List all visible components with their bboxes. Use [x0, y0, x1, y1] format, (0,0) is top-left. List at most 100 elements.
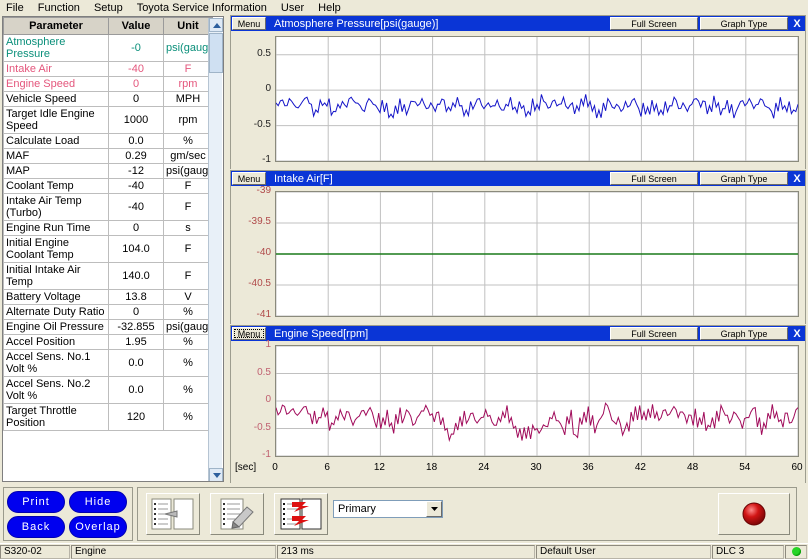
parameter-table: Parameter Value Unit Atmosphere Pressure… [3, 17, 213, 431]
full-screen-button[interactable]: Full Screen [610, 172, 698, 185]
parameter-value: -32.855 [109, 320, 164, 335]
parameter-table-panel: Parameter Value Unit Atmosphere Pressure… [2, 16, 224, 482]
table-row[interactable]: Vehicle Speed0MPH [4, 92, 213, 107]
x-axis-tick-label: 42 [626, 462, 654, 473]
scroll-down-button[interactable] [209, 468, 223, 482]
bottom-toolbar: Print Hide Back Overlap [0, 485, 808, 543]
overlap-button[interactable]: Overlap [69, 516, 127, 538]
x-axis-tick-label: 24 [470, 462, 498, 473]
panel-menu-button[interactable]: Menu [232, 172, 266, 185]
column-header-value[interactable]: Value [109, 18, 164, 35]
menu-item-setup[interactable]: Setup [94, 2, 123, 14]
table-row[interactable]: Atmosphere Pressure-0psi(gauge) [4, 35, 213, 62]
table-row[interactable]: Initial Intake Air Temp140.0F [4, 263, 213, 290]
table-row[interactable]: Engine Speed0rpm [4, 77, 213, 92]
menu-item-file[interactable]: File [6, 2, 24, 14]
table-row[interactable]: Engine Oil Pressure-32.855psi(gauge) [4, 320, 213, 335]
x-axis-tick-label: 54 [731, 462, 759, 473]
edit-list-icon[interactable] [210, 493, 264, 535]
menu-bar: File Function Setup Toyota Service Infor… [0, 0, 808, 15]
compare-list-glyph [279, 498, 323, 530]
parameter-unit: % [164, 305, 213, 320]
table-row[interactable]: Intake Air Temp (Turbo)-40F [4, 194, 213, 221]
y-axis-tick-label: 0.5 [231, 48, 271, 59]
scrollbar-thumb[interactable] [209, 33, 223, 73]
panel-menu-button[interactable]: Menu [232, 17, 266, 30]
status-bar: S320-02 Engine 213 ms Default User DLC 3 [0, 543, 808, 559]
parameter-unit: MPH [164, 92, 213, 107]
parameter-value: -40 [109, 194, 164, 221]
close-icon[interactable]: X [790, 172, 804, 186]
close-icon[interactable]: X [790, 17, 804, 31]
parameter-unit: F [164, 236, 213, 263]
split-view-glyph [151, 498, 195, 530]
record-button[interactable] [718, 493, 790, 535]
y-axis-tick-label: 1 [231, 339, 271, 350]
parameter-value: 0.0 [109, 134, 164, 149]
status-system: Engine [71, 545, 276, 559]
table-row[interactable]: Calculate Load0.0% [4, 134, 213, 149]
table-row[interactable]: Initial Engine Coolant Temp104.0F [4, 236, 213, 263]
column-header-unit[interactable]: Unit [164, 18, 213, 35]
parameter-value: 0.29 [109, 149, 164, 164]
parameter-table-scrollbar[interactable] [208, 18, 222, 482]
table-row[interactable]: Coolant Temp-40F [4, 179, 213, 194]
hide-button[interactable]: Hide [69, 491, 127, 513]
close-icon[interactable]: X [790, 327, 804, 341]
graph-type-button[interactable]: Graph Type [700, 17, 788, 30]
full-screen-button[interactable]: Full Screen [610, 17, 698, 30]
record-circle-icon [741, 501, 767, 527]
scroll-up-button[interactable] [209, 18, 223, 32]
parameter-unit: V [164, 290, 213, 305]
panel-body: -39-39.5-40-40.5-41 [231, 186, 805, 324]
plot-area[interactable] [275, 345, 799, 457]
column-header-parameter[interactable]: Parameter [4, 18, 109, 35]
panel-body: 0.50-0.5-1 [231, 31, 805, 169]
plot-area[interactable] [275, 191, 799, 317]
y-axis-tick-label: -1 [231, 154, 271, 165]
graph-panel-atmosphere-pressure: Menu Atmosphere Pressure[psi(gauge)] Ful… [230, 15, 806, 169]
parameter-value: 0 [109, 221, 164, 236]
x-axis-tick-label: 36 [574, 462, 602, 473]
menu-item-function[interactable]: Function [38, 2, 80, 14]
parameter-value: -40 [109, 179, 164, 194]
table-row[interactable]: Accel Sens. No.2 Volt %0.0% [4, 377, 213, 404]
menu-item-toyota-service-information[interactable]: Toyota Service Information [137, 2, 267, 14]
print-button[interactable]: Print [7, 491, 65, 513]
data-source-select[interactable]: Primary [333, 500, 443, 518]
panel-title-bar: Menu Intake Air[F] Full Screen Graph Typ… [231, 171, 805, 186]
table-row[interactable]: Target Throttle Position120% [4, 404, 213, 431]
parameter-name: Engine Speed [4, 77, 109, 92]
compare-list-icon[interactable] [274, 493, 328, 535]
panel-title: Intake Air[F] [274, 173, 608, 185]
parameter-unit: F [164, 194, 213, 221]
table-row[interactable]: Battery Voltage13.8V [4, 290, 213, 305]
table-row[interactable]: Accel Sens. No.1 Volt %0.0% [4, 350, 213, 377]
chevron-down-icon[interactable] [426, 501, 442, 517]
table-header-row: Parameter Value Unit [4, 18, 213, 35]
y-axis-tick-label: -39 [231, 185, 271, 196]
table-row[interactable]: Intake Air-40F [4, 62, 213, 77]
parameter-unit: % [164, 350, 213, 377]
chart-svg [276, 192, 798, 316]
table-row[interactable]: MAP-12psi(gauge) [4, 164, 213, 179]
table-row[interactable]: Alternate Duty Ratio0% [4, 305, 213, 320]
parameter-unit: % [164, 134, 213, 149]
menu-item-user[interactable]: User [281, 2, 304, 14]
status-rate: 213 ms [277, 545, 535, 559]
table-row[interactable]: Target Idle Engine Speed1000rpm [4, 107, 213, 134]
table-row[interactable]: Engine Run Time0s [4, 221, 213, 236]
menu-item-help[interactable]: Help [318, 2, 341, 14]
graph-type-button[interactable]: Graph Type [700, 327, 788, 340]
plot-area[interactable] [275, 36, 799, 162]
graph-type-button[interactable]: Graph Type [700, 172, 788, 185]
green-status-dot-icon [792, 547, 801, 556]
parameter-unit: s [164, 221, 213, 236]
back-button[interactable]: Back [7, 516, 65, 538]
table-row[interactable]: Accel Position1.95% [4, 335, 213, 350]
full-screen-button[interactable]: Full Screen [610, 327, 698, 340]
split-view-icon[interactable] [146, 493, 200, 535]
table-row[interactable]: MAF0.29gm/sec [4, 149, 213, 164]
parameter-unit: rpm [164, 77, 213, 92]
y-axis-tick-label: -39.5 [231, 216, 271, 227]
